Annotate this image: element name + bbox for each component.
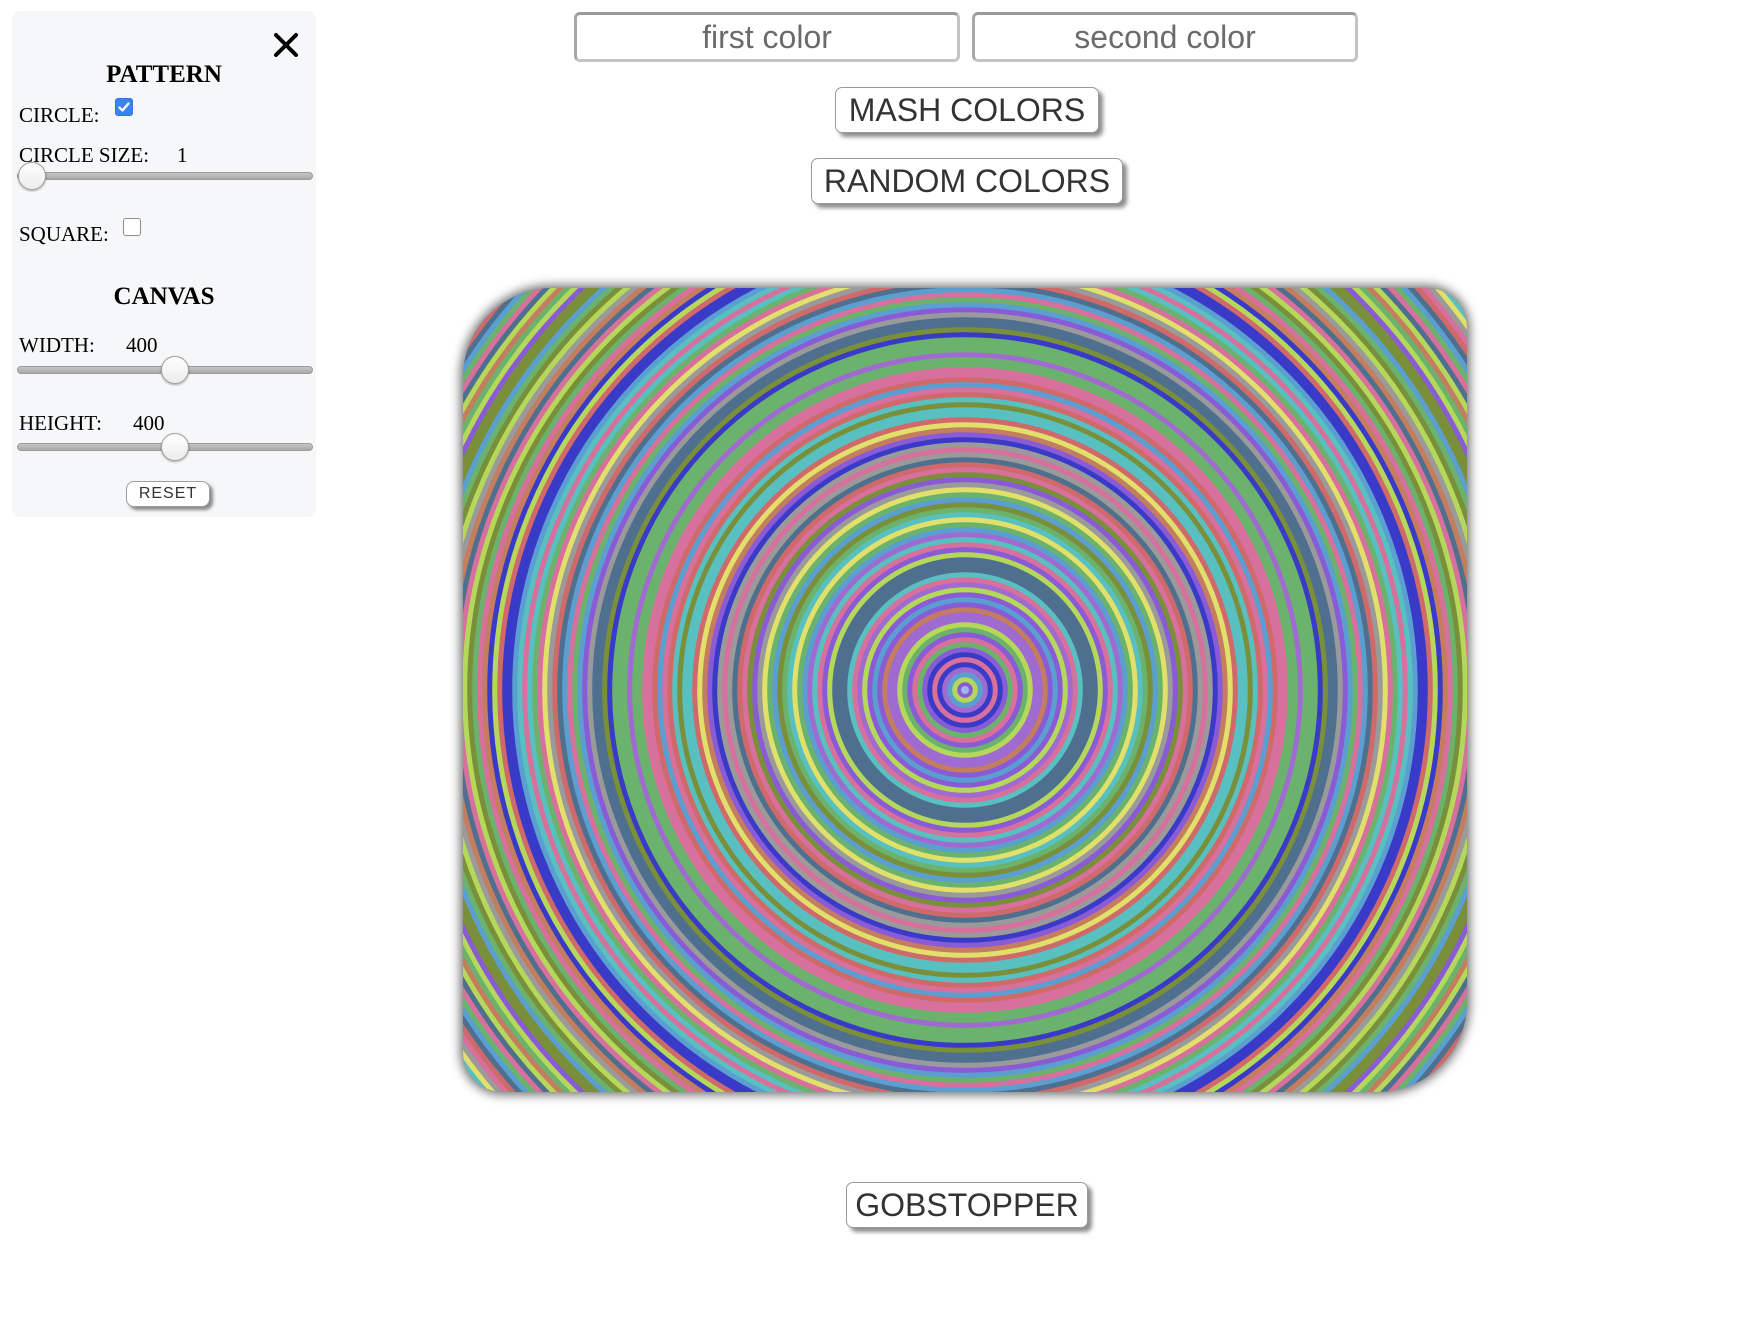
slider-thumb[interactable] <box>161 433 189 461</box>
pattern-section-title: PATTERN <box>106 61 222 88</box>
settings-panel: PATTERN CIRCLE: CIRCLE SIZE: 1 SQUARE: C… <box>12 11 316 517</box>
circle-size-slider[interactable] <box>17 160 313 192</box>
canvas-section-title: CANVAS <box>113 283 215 310</box>
slider-thumb[interactable] <box>161 356 189 384</box>
gobstopper-button[interactable]: GOBSTOPPER <box>846 1182 1088 1228</box>
square-checkbox[interactable] <box>123 218 141 236</box>
width-slider[interactable] <box>17 354 313 386</box>
pattern-canvas[interactable] <box>463 288 1467 1092</box>
reset-button[interactable]: RESET <box>126 481 210 507</box>
slider-thumb[interactable] <box>18 162 46 190</box>
mash-colors-button[interactable]: MASH COLORS <box>835 87 1099 133</box>
second-color-input[interactable] <box>972 12 1358 62</box>
random-colors-button[interactable]: RANDOM COLORS <box>811 158 1123 204</box>
height-slider[interactable] <box>17 431 313 463</box>
close-icon[interactable] <box>270 29 302 61</box>
checkmark-icon <box>118 102 130 112</box>
concentric-circles-pattern <box>463 288 1467 1092</box>
slider-track <box>17 172 313 180</box>
circle-checkbox[interactable] <box>115 98 133 116</box>
first-color-input[interactable] <box>574 12 960 62</box>
square-label: SQUARE: <box>19 222 109 246</box>
circle-label: CIRCLE: <box>19 103 100 127</box>
